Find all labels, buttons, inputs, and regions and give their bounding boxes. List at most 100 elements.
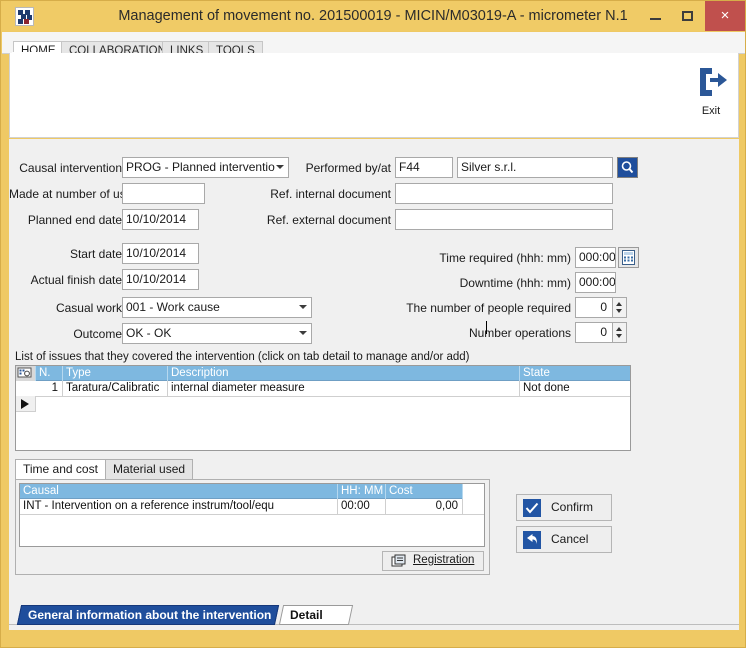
chevron-down-icon	[299, 305, 307, 309]
check-icon	[523, 499, 541, 517]
registration-label: Registration	[413, 554, 475, 566]
causal-intervention-label: Causal intervention	[19, 161, 122, 175]
confirm-label: Confirm	[551, 500, 594, 514]
actual-finish-date-input[interactable]: 10/10/2014	[122, 269, 199, 290]
tab-material-used[interactable]: Material used	[105, 459, 194, 480]
page-tab-bar: General information about the interventi…	[9, 602, 739, 630]
grid-settings-icon[interactable]	[16, 366, 36, 381]
planned-end-date-input[interactable]: 10/10/2014	[122, 209, 199, 230]
calculator-icon	[622, 250, 635, 265]
casual-work-value: 001 - Work cause	[126, 300, 220, 314]
ref-external-document-label: Ref. external document	[266, 213, 391, 227]
outcome-select[interactable]: OK - OK	[122, 323, 312, 344]
registration-button[interactable]: Registration	[382, 551, 484, 571]
planned-end-date-label: Planned end date	[27, 213, 122, 227]
search-icon	[621, 161, 634, 174]
issues-cell-state: Not done	[520, 381, 630, 397]
cost-grid[interactable]: Causal HH: MM Cost INT - Intervention on…	[19, 483, 485, 547]
cost-col-blank	[463, 484, 484, 499]
stepper-down-icon[interactable]	[616, 334, 622, 338]
downtime-label: Downtime (hhh: mm)	[459, 276, 571, 290]
table-row[interactable]: 1 Taratura/Calibratic internal diameter …	[16, 381, 630, 412]
actual-finish-date-label: Actual finish date	[30, 273, 122, 287]
performed-by-name-input[interactable]: Silver s.r.l.	[457, 157, 613, 178]
confirm-button[interactable]: Confirm	[516, 494, 612, 521]
page-tab-general-label: General information about the interventi…	[28, 608, 272, 622]
people-required-stepper[interactable]	[612, 297, 627, 318]
issues-cell-description: internal diameter measure	[168, 381, 520, 397]
page-tab-detail[interactable]: Detail	[278, 605, 354, 625]
calculator-button[interactable]	[618, 247, 639, 268]
text-caret	[486, 321, 487, 334]
start-date-label: Start date	[69, 247, 122, 261]
close-button[interactable]: ×	[705, 1, 745, 31]
cancel-label: Cancel	[551, 532, 589, 546]
issues-col-state[interactable]: State	[520, 366, 630, 381]
ref-external-document-input[interactable]	[395, 209, 613, 230]
exit-button[interactable]: Exit	[688, 61, 734, 125]
issues-grid-note: List of issues that they covered the int…	[15, 351, 470, 363]
cost-cell-blank	[463, 499, 484, 515]
outcome-value: OK - OK	[126, 326, 172, 340]
window-title: Management of movement no. 201500019 - M…	[118, 8, 628, 24]
ref-internal-document-input[interactable]	[395, 183, 613, 204]
form-content: Causal intervention PROG - Planned inter…	[9, 139, 739, 602]
stepper-down-icon[interactable]	[616, 309, 622, 313]
stepper-up-icon[interactable]	[616, 327, 622, 331]
table-row[interactable]: INT - Intervention on a reference instru…	[20, 499, 484, 515]
registration-icon	[391, 554, 406, 567]
chevron-down-icon	[299, 331, 307, 335]
page-tab-general-information[interactable]: General information about the interventi…	[16, 605, 280, 625]
issues-grid[interactable]: N. Type Description State 1 Taratura/Cal…	[15, 365, 631, 451]
made-at-number-label: Made at number of us	[9, 187, 126, 201]
maximize-button[interactable]	[673, 1, 703, 31]
application-window: Management of movement no. 201500019 - M…	[0, 0, 746, 648]
cost-col-cost[interactable]: Cost	[386, 484, 463, 499]
time-and-cost-panel: Causal HH: MM Cost INT - Intervention on…	[15, 479, 490, 575]
time-required-input[interactable]: 000:00	[575, 247, 616, 268]
number-operations-label: Number operations	[468, 326, 571, 340]
page-tab-strip: General information about the interventi…	[9, 605, 739, 627]
issues-cell-type: Taratura/Calibratic	[63, 381, 168, 397]
cancel-button[interactable]: Cancel	[516, 526, 612, 553]
casual-work-select[interactable]: 001 - Work cause	[122, 297, 312, 318]
issues-col-description[interactable]: Description	[168, 366, 520, 381]
number-operations-stepper[interactable]	[612, 322, 627, 343]
casual-work-label: Casual work	[55, 301, 122, 315]
row-selector-arrow[interactable]	[16, 396, 36, 412]
issues-cell-n: 1	[36, 381, 63, 397]
start-date-input[interactable]: 10/10/2014	[122, 243, 199, 264]
active-tab-mask	[12, 52, 58, 54]
back-arrow-icon	[523, 531, 541, 549]
cost-cell-causal: INT - Intervention on a reference instru…	[20, 499, 338, 515]
cost-col-hhmm[interactable]: HH: MM	[338, 484, 386, 499]
time-required-label: Time required (hhh: mm)	[439, 251, 571, 265]
page-tab-detail-label: Detail	[290, 608, 323, 622]
people-required-input[interactable]: 0	[575, 297, 613, 318]
downtime-input[interactable]: 000:00	[575, 272, 616, 293]
made-at-number-input[interactable]	[122, 183, 205, 204]
issues-grid-header: N. Type Description State	[16, 366, 630, 381]
tab-time-and-cost[interactable]: Time and cost	[15, 459, 106, 480]
stepper-up-icon[interactable]	[616, 302, 622, 306]
cost-col-causal[interactable]: Causal	[20, 484, 338, 499]
people-required-label: The number of people required	[406, 301, 571, 315]
title-bar: Management of movement no. 201500019 - M…	[1, 1, 745, 31]
exit-label: Exit	[701, 105, 721, 117]
performed-by-label: Performed by/at	[305, 161, 391, 175]
ref-internal-document-label: Ref. internal document	[270, 187, 391, 201]
issues-col-n[interactable]: N.	[36, 366, 63, 381]
ribbon-panel: Exit	[9, 53, 739, 138]
ribbon-tab-strip: HOME COLLABORATION LINKS TOOLS	[2, 32, 745, 62]
outcome-label: Outcome	[73, 327, 122, 341]
close-icon: ×	[720, 7, 730, 24]
cost-cell-cost: 0,00	[386, 499, 463, 515]
minimize-button[interactable]	[641, 1, 671, 31]
search-button[interactable]	[617, 157, 638, 178]
number-operations-input[interactable]: 0	[575, 322, 613, 343]
issues-col-type[interactable]: Type	[63, 366, 168, 381]
performed-by-code-input[interactable]: F44	[395, 157, 453, 178]
cost-cell-hhmm: 00:00	[338, 499, 386, 515]
lower-tab-strip: Time and cost Material used	[15, 459, 490, 480]
cost-grid-header: Causal HH: MM Cost	[20, 484, 484, 499]
